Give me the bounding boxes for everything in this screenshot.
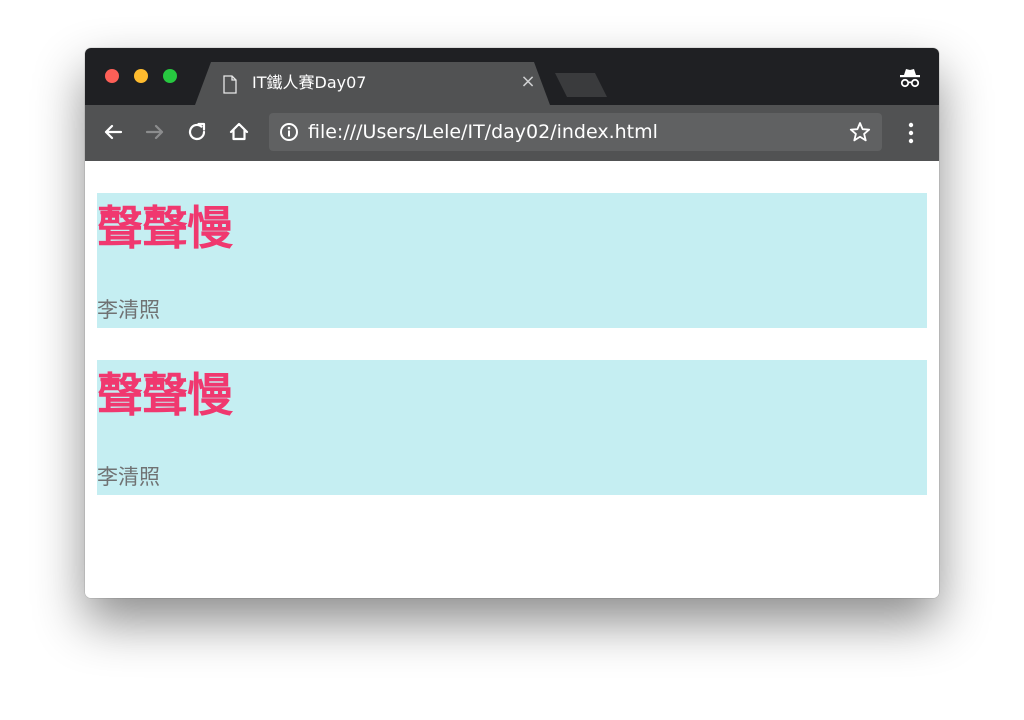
star-icon[interactable]	[849, 121, 871, 143]
page-content: 聲聲慢 李清照 聲聲慢 李清照	[85, 161, 939, 598]
zoom-window-button[interactable]	[163, 69, 177, 83]
new-tab-button[interactable]	[555, 73, 607, 97]
poem-card: 聲聲慢 李清照	[97, 360, 927, 495]
poem-title: 聲聲慢	[97, 368, 233, 422]
poem-title: 聲聲慢	[97, 201, 233, 255]
browser-window: IT鐵人賽Day07 × file:///Users/Lele/IT/day02…	[85, 48, 939, 598]
toolbar: file:///Users/Lele/IT/day02/index.html	[85, 105, 939, 161]
tab-active[interactable]: IT鐵人賽Day07 ×	[195, 62, 550, 105]
back-arrow-icon[interactable]	[101, 120, 125, 144]
url-text[interactable]: file:///Users/Lele/IT/day02/index.html	[308, 121, 658, 143]
incognito-icon	[900, 69, 920, 88]
address-bar[interactable]: file:///Users/Lele/IT/day02/index.html	[269, 113, 882, 151]
poem-author: 李清照	[97, 298, 160, 322]
close-window-button[interactable]	[105, 69, 119, 83]
poem-card: 聲聲慢 李清照	[97, 193, 927, 328]
tab-title: IT鐵人賽Day07	[252, 73, 367, 92]
forward-arrow-icon[interactable]	[143, 120, 167, 144]
reload-icon[interactable]	[185, 120, 209, 144]
menu-icon[interactable]	[900, 120, 922, 146]
home-icon[interactable]	[227, 120, 251, 144]
tab-close-button[interactable]: ×	[520, 71, 536, 93]
page-icon	[222, 75, 238, 94]
title-bar: IT鐵人賽Day07 ×	[85, 48, 939, 105]
info-icon[interactable]	[279, 122, 299, 142]
poem-author: 李清照	[97, 465, 160, 489]
minimize-window-button[interactable]	[134, 69, 148, 83]
